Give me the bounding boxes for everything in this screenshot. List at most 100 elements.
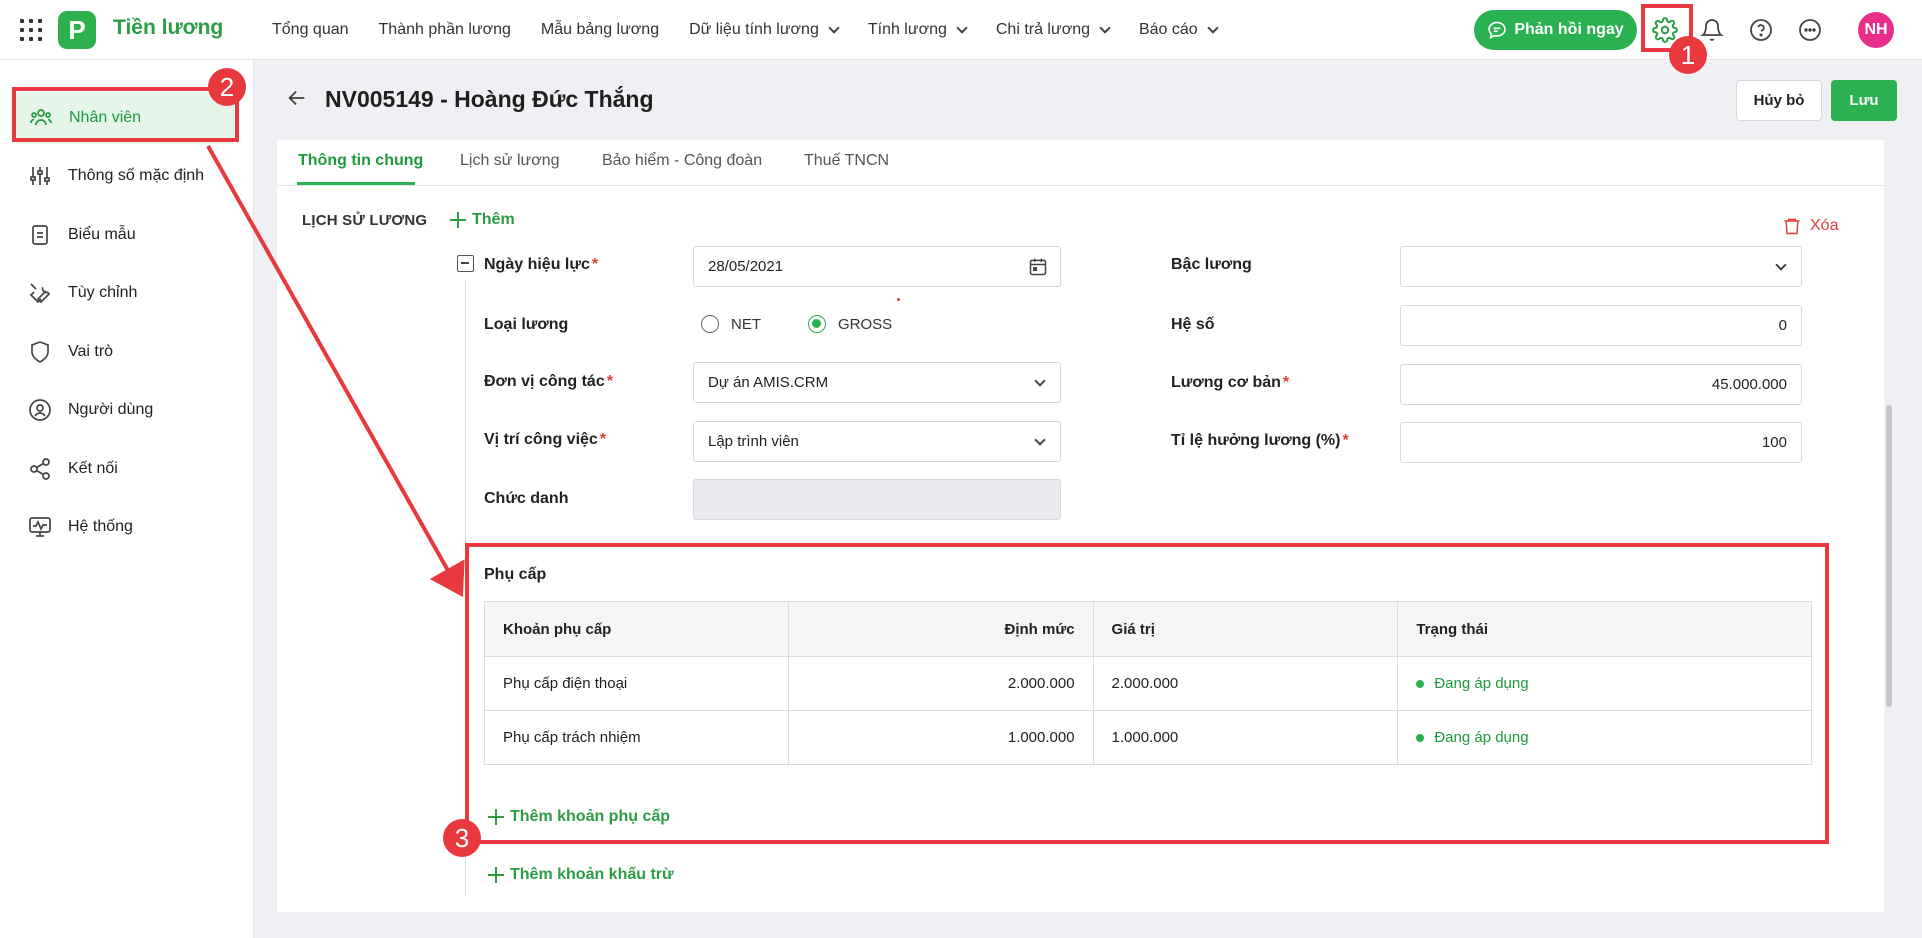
delete-label: Xóa (1810, 217, 1839, 234)
nav-label: Báo cáo (1138, 21, 1198, 38)
plus-icon (488, 867, 504, 883)
sidebar-item-label: Vai trò (68, 343, 114, 360)
trash-icon (1784, 218, 1800, 235)
share-icon (30, 458, 50, 480)
user-circle-icon (29, 399, 51, 421)
sidebar-item-vai-tro[interactable]: Vai trò (0, 326, 254, 378)
coefficient-input[interactable]: 0 (1400, 305, 1802, 346)
tab-thue-tncn[interactable]: Thuế TNCN (804, 152, 889, 170)
sidebar-item-label: Người dùng (68, 401, 154, 418)
job-title-label: Chức danh (484, 490, 569, 507)
sidebar-item-tuy-chinh[interactable]: Tùy chỉnh (0, 267, 254, 319)
position-label: Vị trí công việc * (484, 431, 607, 448)
salary-type-label: Loại lương (484, 316, 569, 333)
nav-label: Tổng quan (272, 21, 349, 38)
scrollbar-thumb[interactable] (1886, 405, 1892, 707)
nav-tinh-luong[interactable]: Tính lương (867, 21, 968, 39)
stray-dot (897, 298, 900, 301)
nav-bao-cao[interactable]: Báo cáo (1138, 21, 1219, 39)
radio-label: GROSS (838, 315, 893, 333)
salary-rate-input[interactable]: 100 (1400, 422, 1802, 463)
more-options-icon[interactable] (1795, 15, 1825, 45)
add-deduction-label: Thêm khoản khấu trừ (510, 866, 674, 883)
chevron-down-icon (1099, 21, 1111, 34)
position-select[interactable]: Lập trình viên (693, 421, 1061, 462)
sidebar-item-label: Kết nối (68, 460, 118, 477)
nav-thanh-phan-luong[interactable]: Thành phần lương (379, 21, 511, 39)
delete-button[interactable]: Xóa (1782, 216, 1838, 236)
tab-lich-su-luong[interactable]: Lịch sử lương (460, 152, 560, 170)
nav-label: Tính lương (867, 21, 947, 38)
feedback-button[interactable]: Phản hồi ngay (1474, 10, 1637, 50)
cancel-button[interactable]: Hủy bỏ (1736, 80, 1822, 121)
sidebar-item-ket-noi[interactable]: Kết nối (0, 443, 254, 495)
effective-date-field[interactable]: 28/05/2021 (693, 246, 1061, 287)
sidebar-item-he-thong[interactable]: Hệ thống (0, 501, 254, 553)
back-arrow-icon[interactable] (286, 87, 308, 114)
nav-label: Mẫu bảng lương (540, 21, 660, 38)
save-button[interactable]: Lưu (1831, 80, 1897, 121)
help-icon[interactable] (1746, 15, 1776, 45)
salary-history-label: LỊCH SỬ LƯƠNG (302, 212, 428, 229)
calendar-icon[interactable] (1028, 257, 1048, 277)
app-name[interactable]: Tiền lương (113, 16, 223, 40)
nav-tong-quan[interactable]: Tổng quan (272, 21, 349, 39)
sliders-icon (30, 167, 50, 185)
position-value: Lập trình viên (708, 433, 799, 450)
bell-icon[interactable] (1697, 15, 1727, 45)
apps-grid-icon[interactable] (20, 19, 42, 41)
plus-icon (450, 212, 466, 228)
sidebar-item-nguoi-dung[interactable]: Người dùng (0, 384, 254, 436)
unit-value: Dự án AMIS.CRM (708, 374, 829, 391)
unit-select[interactable]: Dự án AMIS.CRM (693, 362, 1061, 403)
nav-du-lieu-tinh-luong[interactable]: Dữ liệu tính lương (689, 21, 840, 39)
tab-bao-hiem-cong-doan[interactable]: Bảo hiểm - Công đoàn (602, 152, 762, 170)
collapse-toggle-icon[interactable] (457, 255, 474, 272)
sidebar-item-bieu-mau[interactable]: Biểu mẫu (0, 209, 254, 261)
page-header: NV005149 - Hoàng Đức Thắng Hủy bỏ Lưu (254, 60, 1922, 140)
active-tab-indicator (297, 182, 415, 185)
annotation-box-employee (12, 87, 239, 142)
document-icon (32, 225, 48, 245)
chevron-down-icon (1034, 434, 1046, 446)
nav-label: Thành phần lương (378, 21, 511, 38)
main-nav: Tổng quan Thành phần lương Mẫu bảng lươn… (272, 0, 1247, 60)
chevron-down-icon (1034, 375, 1046, 387)
tools-icon (29, 283, 51, 304)
chevron-down-icon (956, 21, 968, 34)
app-logo[interactable]: P (58, 11, 96, 49)
tab-thong-tin-chung[interactable]: Thông tin chung (298, 152, 423, 170)
nav-chi-tra-luong[interactable]: Chi trả lương (995, 21, 1111, 39)
effective-date-value: 28/05/2021 (708, 258, 784, 275)
radio-net[interactable]: NET (701, 315, 761, 333)
add-salary-history-button[interactable]: Thêm (450, 211, 515, 229)
base-salary-input[interactable]: 45.000.000 (1400, 364, 1802, 405)
unit-label: Đơn vị công tác * (484, 373, 613, 390)
nav-label: Chi trả lương (995, 21, 1090, 38)
shield-icon (31, 341, 49, 363)
grade-label: Bậc lương (1171, 256, 1252, 273)
add-label: Thêm (472, 211, 515, 228)
annotation-badge-2: 2 (208, 68, 246, 106)
sidebar-item-thong-so-mac-dinh[interactable]: Thông số mặc định (0, 150, 254, 202)
chevron-down-icon (828, 21, 840, 34)
sidebar-item-label: Hệ thống (68, 518, 133, 535)
user-avatar[interactable]: NH (1858, 12, 1894, 48)
annotation-box-allowance (465, 543, 1829, 844)
base-salary-label: Lương cơ bản * (1171, 374, 1290, 391)
page-title: NV005149 - Hoàng Đức Thắng (325, 86, 654, 112)
monitor-icon (29, 517, 51, 537)
add-deduction-button[interactable]: Thêm khoản khấu trừ (488, 866, 674, 884)
radio-gross[interactable]: GROSS (808, 315, 892, 333)
grade-select[interactable] (1400, 246, 1802, 287)
salary-rate-label: Tỉ lệ hưởng lương (%) * (1171, 432, 1349, 449)
nav-label: Dữ liệu tính lương (689, 21, 819, 38)
radio-circle (808, 315, 826, 333)
effective-date-label: Ngày hiệu lực * (484, 256, 599, 273)
annotation-badge-1: 1 (1669, 36, 1707, 74)
chevron-down-icon (1207, 21, 1219, 34)
nav-mau-bang-luong[interactable]: Mẫu bảng lương (541, 21, 659, 39)
sidebar-item-label: Thông số mặc định (68, 167, 205, 184)
feedback-label: Phản hồi ngay (1514, 21, 1624, 38)
sidebar-item-label: Biểu mẫu (68, 226, 136, 243)
